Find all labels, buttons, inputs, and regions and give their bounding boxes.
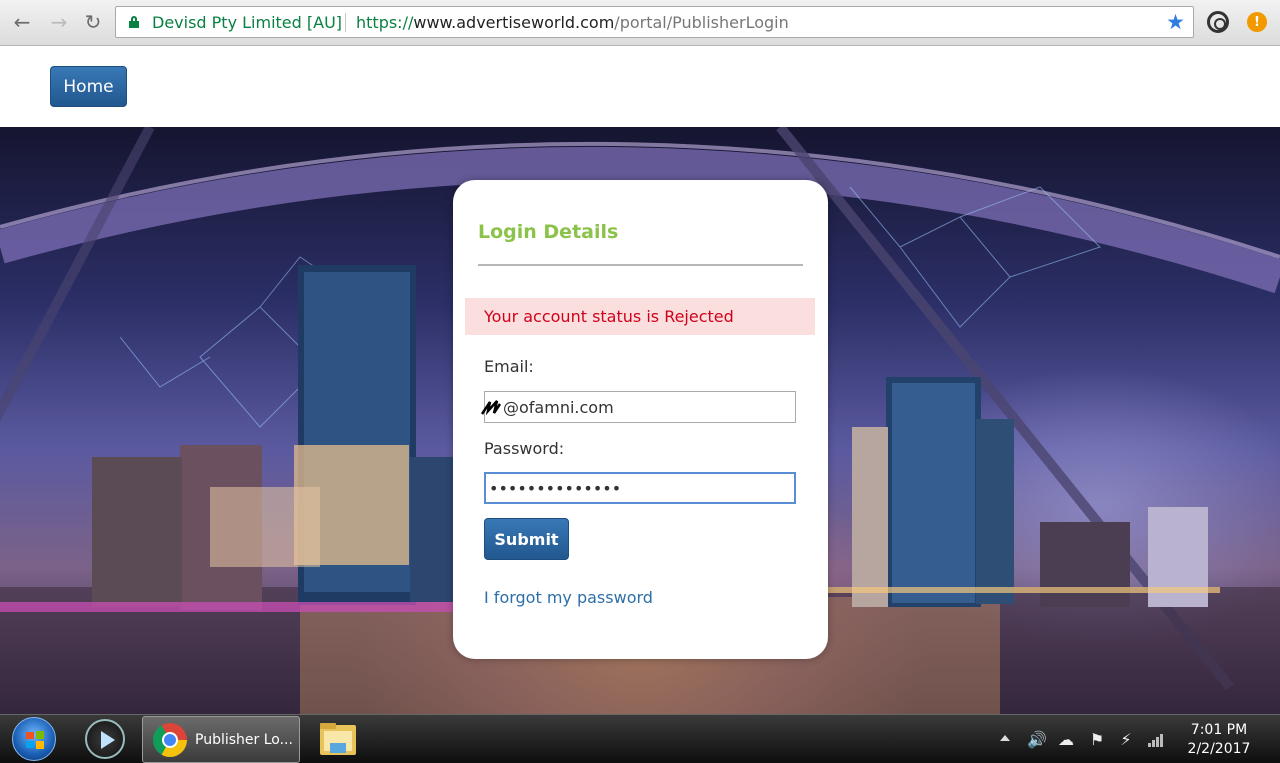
show-hidden-icons-icon[interactable] [1000, 735, 1010, 741]
email-field[interactable] [484, 391, 796, 423]
ev-certificate-name[interactable]: Devisd Pty Limited [AU] [152, 13, 342, 32]
clock-time: 7:01 PM [1190, 722, 1248, 738]
media-player-icon[interactable] [85, 719, 125, 759]
email-label: Email: [484, 357, 534, 376]
volume-icon[interactable]: 🔊 [1027, 729, 1047, 749]
login-card: Login Details Your account status is Rej… [453, 180, 828, 659]
forward-icon[interactable]: → [47, 10, 71, 34]
url-path: /portal/PublisherLogin [614, 13, 789, 32]
start-button[interactable] [12, 717, 56, 761]
url-protocol: https:// [356, 13, 414, 32]
redaction-scribble [480, 400, 502, 416]
taskbar-chrome-window[interactable]: Publisher Lo... [142, 716, 300, 763]
omnibox-divider [345, 13, 346, 32]
browser-toolbar: ← → ↻ Devisd Pty Limited [AU] https://ww… [0, 0, 1280, 46]
home-button[interactable]: Home [50, 66, 127, 107]
password-label: Password: [484, 439, 565, 458]
site-header: Home [0, 47, 1280, 127]
windows-logo-icon [26, 731, 44, 749]
login-title: Login Details [478, 221, 619, 243]
power-icon[interactable]: ⚡ [1116, 729, 1136, 749]
clock-date: 2/2/2017 [1187, 741, 1251, 757]
url-host: www.advertiseworld.com [413, 13, 615, 32]
network-icon[interactable] [1146, 729, 1166, 749]
password-field[interactable] [484, 472, 796, 504]
taskbar-chrome-label: Publisher Lo... [195, 732, 293, 748]
submit-button[interactable]: Submit [484, 518, 569, 560]
account-status-alert: Your account status is Rejected [465, 298, 815, 335]
chrome-icon [153, 723, 187, 757]
reload-icon[interactable]: ↻ [81, 10, 105, 34]
extension-icon[interactable] [1207, 11, 1229, 33]
file-explorer-icon[interactable] [318, 721, 358, 757]
lock-icon [129, 16, 139, 28]
forgot-password-link[interactable]: I forgot my password [484, 588, 653, 607]
address-bar[interactable]: Devisd Pty Limited [AU] https://www.adve… [115, 6, 1194, 38]
bookmark-star-icon[interactable]: ★ [1166, 10, 1185, 34]
cloud-icon[interactable]: ☁ [1056, 729, 1076, 749]
system-clock[interactable]: 7:01 PM 2/2/2017 [1186, 721, 1252, 759]
windows-taskbar: Publisher Lo... 🔊 ☁ ⚑ ⚡ 7:01 PM 2/2/2017 [0, 714, 1280, 763]
back-icon[interactable]: ← [10, 10, 34, 34]
title-divider [478, 264, 803, 266]
action-center-flag-icon[interactable]: ⚑ [1087, 729, 1107, 749]
alert-icon[interactable]: ! [1247, 12, 1267, 32]
url-text[interactable]: https://www.advertiseworld.com/portal/Pu… [356, 13, 789, 32]
